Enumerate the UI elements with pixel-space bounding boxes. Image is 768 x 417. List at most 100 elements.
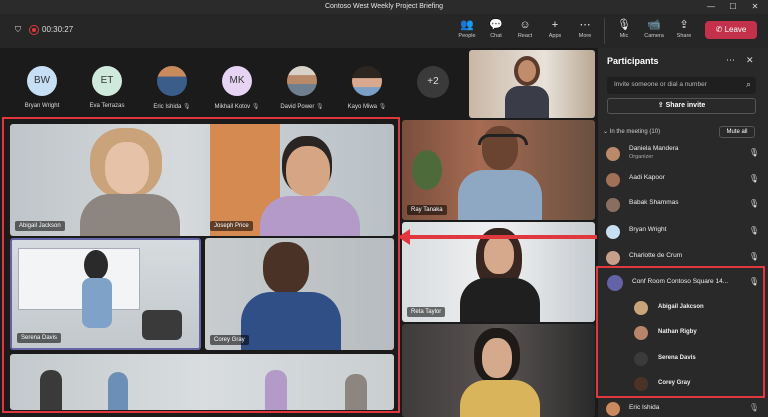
invite-search-input[interactable]: Invite someone or dial a number ⌕ <box>607 77 756 94</box>
person-body <box>241 292 341 350</box>
person-body <box>260 196 360 236</box>
participant-name: Aadi Kapoor <box>629 174 665 181</box>
person-head <box>263 242 309 294</box>
avatar[interactable]: BW <box>27 66 57 96</box>
apps-button[interactable]: + Apps <box>541 18 569 44</box>
phone-icon: ✆ <box>715 25 725 34</box>
person-figure <box>108 372 128 410</box>
participant-name: Eric Ishida <box>629 404 660 411</box>
mic-icon: 🎙 <box>617 19 631 31</box>
participant-name: Reta Taylor <box>407 307 446 317</box>
avatar <box>606 402 620 416</box>
close-panel-icon[interactable]: ✕ <box>746 55 754 66</box>
room-name: Conf Room Contoso Square 14... <box>632 278 729 285</box>
section-header[interactable]: ⌄ In the meeting (10) <box>603 128 660 135</box>
share-invite-button[interactable]: ⇪ Share invite <box>607 98 756 114</box>
participant-name: Babak Shammas <box>629 199 679 206</box>
avatar-photo[interactable] <box>352 66 382 96</box>
mic-button[interactable]: 🎙 Mic <box>610 18 638 44</box>
share-button[interactable]: ⇪ Share <box>670 18 698 44</box>
maximize-button[interactable]: ☐ <box>722 0 744 14</box>
video-tile[interactable] <box>469 50 595 118</box>
invite-placeholder: Invite someone or dial a number <box>614 81 707 88</box>
video-tile-serena[interactable]: Serena Davis <box>10 238 201 350</box>
minimize-button[interactable]: — <box>700 0 722 14</box>
video-tile-room-wide[interactable] <box>10 354 394 410</box>
shield-icon: ⛉ <box>15 25 21 34</box>
mic-off-icon: 🎙 <box>316 104 324 110</box>
whiteboard <box>18 248 140 310</box>
person-hair <box>84 250 108 280</box>
avatar-photo[interactable] <box>287 66 317 96</box>
participant-name: Charlotte de Crum <box>629 252 683 259</box>
video-tile[interactable] <box>402 324 595 417</box>
person-figure <box>265 370 287 410</box>
avatar-name: Bryan Wright <box>24 103 60 109</box>
person-head <box>482 126 518 170</box>
mic-icon: 🎙 <box>748 226 759 235</box>
person-body <box>505 86 549 118</box>
participant-row[interactable]: Aadi Kapoor 🎙 <box>603 169 763 191</box>
avatar-name: Mikhail Kotov 🎙 <box>214 104 260 110</box>
participant-row[interactable]: Babak Shammas 🎙 <box>603 194 763 216</box>
camera-icon: 📹 <box>647 19 661 31</box>
participant-name: Corey Gray <box>210 335 249 345</box>
person-face <box>482 338 512 378</box>
people-icon: 👥 <box>460 19 474 31</box>
avatar-photo[interactable] <box>157 66 187 96</box>
mic-off-icon: 🎙 <box>378 104 387 110</box>
person-body <box>80 194 180 236</box>
video-tile-room-main[interactable]: Abigail Jackson Joseph Price <box>10 124 394 236</box>
participant-row[interactable]: Bryan Wright 🎙 <box>603 221 763 243</box>
chat-label: Chat <box>490 33 502 39</box>
chat-button[interactable]: 💬 Chat <box>482 18 510 44</box>
room-member-row[interactable]: Nathan Rigby <box>630 323 750 345</box>
apps-label: Apps <box>548 33 562 39</box>
person-body <box>458 170 542 220</box>
room-member-row[interactable]: Corey Gray <box>630 374 750 396</box>
participant-row[interactable]: Daniela Mandera Organizer 🎙 <box>603 143 763 165</box>
mute-all-button[interactable]: Mute all <box>719 126 755 138</box>
avatar <box>606 198 620 212</box>
search-icon: ⌕ <box>745 79 751 89</box>
video-tile-ray[interactable]: Ray Tanaka <box>402 120 595 220</box>
avatar <box>606 173 620 187</box>
room-member-row[interactable]: Abigail Jakcson <box>630 298 750 320</box>
people-button[interactable]: 👥 People <box>453 18 481 44</box>
leave-button[interactable]: ✆ Leave <box>705 21 757 39</box>
more-label: More <box>578 33 592 39</box>
room-member-row[interactable]: Serena Davis <box>630 349 750 371</box>
meeting-timer: 00:30:27 <box>42 25 74 34</box>
mic-icon: 🎙 <box>748 252 759 261</box>
participant-row[interactable]: Eric Ishida 🎙 <box>603 401 763 417</box>
avatar <box>606 251 620 265</box>
camera-button[interactable]: 📹 Camera <box>640 18 668 44</box>
member-name: Corey Gray <box>658 380 691 386</box>
more-button[interactable]: ⋯ More <box>571 18 599 44</box>
mic-off-icon: 🎙 <box>183 104 191 110</box>
react-label: React <box>517 33 533 39</box>
member-name: Nathan Rigby <box>658 329 697 335</box>
person-figure <box>40 370 62 410</box>
room-row[interactable]: Conf Room Contoso Square 14... 🎙 <box>603 272 763 294</box>
close-window-button[interactable]: ✕ <box>744 0 766 14</box>
overflow-participants-button[interactable]: +2 <box>417 66 449 98</box>
mic-off-icon: 🎙 <box>251 104 260 110</box>
chevron-down-icon: ⌄ <box>603 129 610 135</box>
avatar <box>606 225 620 239</box>
avatar[interactable]: MK <box>222 66 252 96</box>
participant-name: Bryan Wright <box>629 226 667 233</box>
video-tile-corey[interactable]: Corey Gray <box>205 238 394 350</box>
more-options-icon[interactable]: ⋯ <box>726 55 735 66</box>
people-label: People <box>458 33 476 39</box>
member-name: Serena Davis <box>658 355 696 361</box>
mic-label: Mic <box>619 33 629 39</box>
member-name: Abigail Jakcson <box>658 304 704 310</box>
camera-label: Camera <box>644 33 664 39</box>
plus-icon: + <box>551 19 559 31</box>
person-figure <box>345 374 367 410</box>
person-face <box>484 236 514 274</box>
react-button[interactable]: ☺ React <box>511 18 539 44</box>
share-invite-label: Share invite <box>665 102 706 109</box>
avatar[interactable]: ET <box>92 66 122 96</box>
